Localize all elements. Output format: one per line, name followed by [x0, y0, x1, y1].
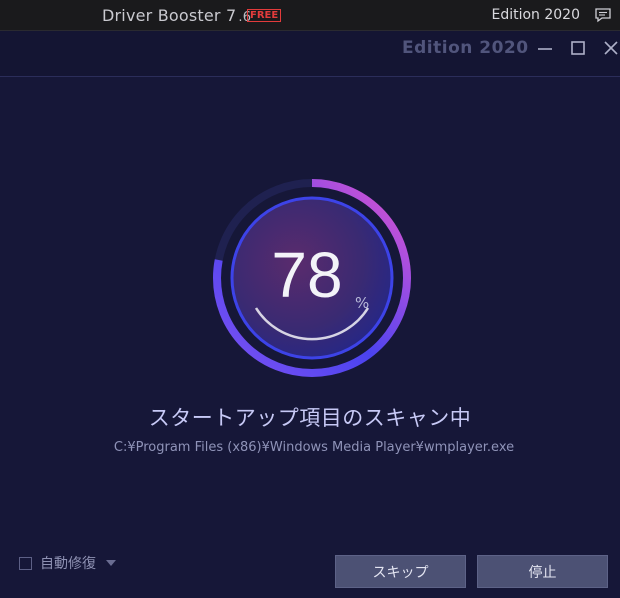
scan-status-title: スタートアップ項目のスキャン中 [148, 406, 472, 430]
auto-repair-option[interactable]: 自動修復 [19, 554, 116, 572]
topbar-edition: Edition 2020 [491, 7, 580, 23]
scan-panel: 78 % スタートアップ項目のスキャン中 C:¥Program Files (x… [0, 77, 620, 598]
stop-button[interactable]: 停止 [477, 555, 608, 588]
auto-repair-checkbox[interactable] [19, 556, 32, 570]
free-badge: FREE [247, 9, 282, 22]
app-title: Driver Booster 7.6 [102, 6, 252, 25]
auto-repair-label: 自動修復 [40, 556, 96, 572]
scan-current-path: C:¥Program Files (x86)¥Windows Media Pla… [113, 440, 515, 455]
driver-booster-app: Driver Booster 7.6 FREE Edition 2020 Edi… [0, 0, 620, 598]
progress-percent: 78 [271, 239, 343, 311]
close-icon[interactable] [603, 40, 619, 56]
progress-unit: % [355, 294, 370, 312]
window-header: Edition 2020 [0, 31, 620, 77]
top-bar: Driver Booster 7.6 FREE Edition 2020 [0, 0, 620, 31]
maximize-icon[interactable] [570, 40, 586, 56]
window-edition: Edition 2020 [402, 38, 529, 58]
minimize-icon[interactable] [537, 40, 553, 56]
chevron-down-icon[interactable] [106, 560, 116, 566]
progress-ring: 78 % [212, 178, 412, 378]
skip-button[interactable]: スキップ [335, 555, 466, 588]
feedback-icon[interactable] [594, 7, 612, 23]
